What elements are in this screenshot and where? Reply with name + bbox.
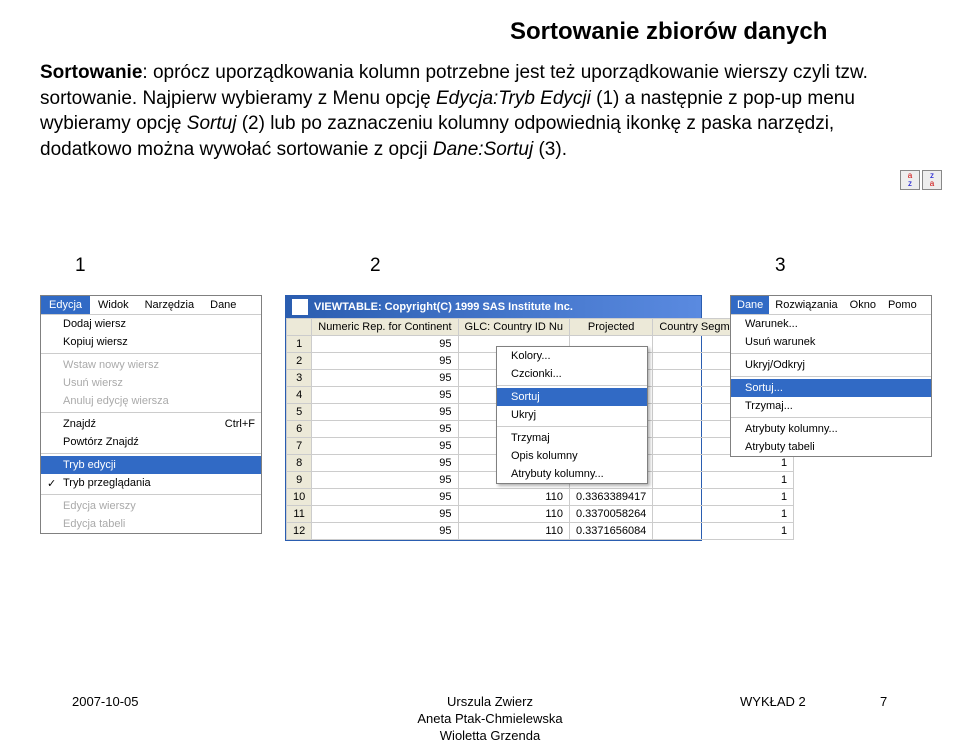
column-header[interactable] <box>287 319 312 336</box>
menu-item[interactable]: Warunek... <box>731 315 931 333</box>
author-2: Aneta Ptak-Chmielewska <box>380 711 600 728</box>
menu-item[interactable]: Usuń warunek <box>731 333 931 351</box>
menu-item: Edycja wierszy <box>41 497 261 515</box>
menu-item[interactable]: Atrybuty tabeli <box>731 438 931 456</box>
menu-item[interactable]: Atrybuty kolumny... <box>731 420 931 438</box>
menu-item[interactable]: Powtórz Znajdź <box>41 433 261 451</box>
viewtable-window: VIEWTABLE: Copyright(C) 1999 SAS Institu… <box>285 295 702 541</box>
footer-date: 2007-10-05 <box>72 694 139 709</box>
table-row[interactable]: 10951100.33633894171 <box>287 489 794 506</box>
menubar3-item-pomoc[interactable]: Pomo <box>882 296 923 314</box>
footer-lecture: WYKŁAD 2 <box>740 694 806 709</box>
context-menu-item[interactable]: Atrybuty kolumny... <box>497 465 647 483</box>
sort-asc-icon[interactable]: az <box>900 170 920 190</box>
menu-item[interactable]: Trzymaj... <box>731 397 931 415</box>
edit-menu: Edycja Widok Narzędzia Dane Dodaj wiersz… <box>40 295 262 534</box>
column-header[interactable]: Projected <box>569 319 652 336</box>
context-menu-item[interactable]: Czcionki... <box>497 365 647 383</box>
menubar3-item-dane[interactable]: Dane <box>731 296 769 314</box>
data-menu: Dane Rozwiązania Okno Pomo Warunek...Usu… <box>730 295 932 457</box>
menubar-item-widok[interactable]: Widok <box>90 296 137 314</box>
context-menu: Kolory...Czcionki... SortujUkryj TrzymajOp… <box>496 346 648 484</box>
column-header[interactable]: Numeric Rep. for Continent <box>312 319 458 336</box>
menubar3-item-rozwiazania[interactable]: Rozwiązania <box>769 296 843 314</box>
table-row[interactable]: 12951100.33716560841 <box>287 523 794 540</box>
label-3: 3 <box>775 255 786 277</box>
menu-item[interactable]: Ukryj/Odkryj <box>731 356 931 374</box>
menu-item[interactable]: ✓Tryb przeglądania <box>41 474 261 492</box>
para-i2: Sortuj <box>187 113 237 134</box>
label-1: 1 <box>75 255 86 277</box>
context-menu-item[interactable]: Sortuj <box>497 388 647 406</box>
menubar-item-edycja[interactable]: Edycja <box>41 296 90 314</box>
menu-item[interactable]: Kopiuj wiersz <box>41 333 261 351</box>
menubar-3: Dane Rozwiązania Okno Pomo <box>731 296 931 315</box>
menu-item: Anuluj edycję wiersza <box>41 392 261 410</box>
menu-item[interactable]: Sortuj... <box>731 379 931 397</box>
titlebar: VIEWTABLE: Copyright(C) 1999 SAS Institu… <box>286 296 701 318</box>
para-t8: (3). <box>533 139 567 160</box>
menubar-item-dane[interactable]: Dane <box>202 296 244 314</box>
context-menu-item[interactable]: Trzymaj <box>497 429 647 447</box>
window-title: VIEWTABLE: Copyright(C) 1999 SAS Institu… <box>314 301 573 313</box>
app-icon <box>292 299 308 315</box>
para-i3: Dane:Sortuj <box>433 139 533 160</box>
menubar-1: Edycja Widok Narzędzia Dane <box>41 296 261 315</box>
label-2: 2 <box>370 255 381 277</box>
menu-item[interactable]: Tryb edycji <box>41 456 261 474</box>
menu-item[interactable]: Dodaj wiersz <box>41 315 261 333</box>
footer-page: 7 <box>880 694 887 709</box>
menu-item: Wstaw nowy wiersz <box>41 356 261 374</box>
para-i1: Edycja:Tryb Edycji <box>436 88 591 109</box>
para-bold: Sortowanie <box>40 62 142 83</box>
footer-authors: Urszula Zwierz Aneta Ptak-Chmielewska Wi… <box>380 694 600 745</box>
menubar-item-narzedzia[interactable]: Narzędzia <box>137 296 203 314</box>
menubar3-item-okno[interactable]: Okno <box>844 296 882 314</box>
context-menu-item[interactable]: Kolory... <box>497 347 647 365</box>
menu-item: Usuń wiersz <box>41 374 261 392</box>
intro-paragraph: Sortowanie: oprócz uporządkowania kolumn… <box>40 60 920 163</box>
sort-desc-icon[interactable]: za <box>922 170 942 190</box>
menu-item: Edycja tabeli <box>41 515 261 533</box>
column-header[interactable]: GLC: Country ID Nu <box>458 319 569 336</box>
context-menu-item[interactable]: Opis kolumny <box>497 447 647 465</box>
context-menu-item[interactable]: Ukryj <box>497 406 647 424</box>
page-title: Sortowanie zbiorów danych <box>510 18 827 46</box>
table-row[interactable]: 11951100.33700582641 <box>287 506 794 523</box>
author-3: Wioletta Grzenda <box>380 728 600 745</box>
menu-item[interactable]: ZnajdźCtrl+F <box>41 415 261 433</box>
author-1: Urszula Zwierz <box>380 694 600 711</box>
sort-icons: az za <box>900 170 942 190</box>
